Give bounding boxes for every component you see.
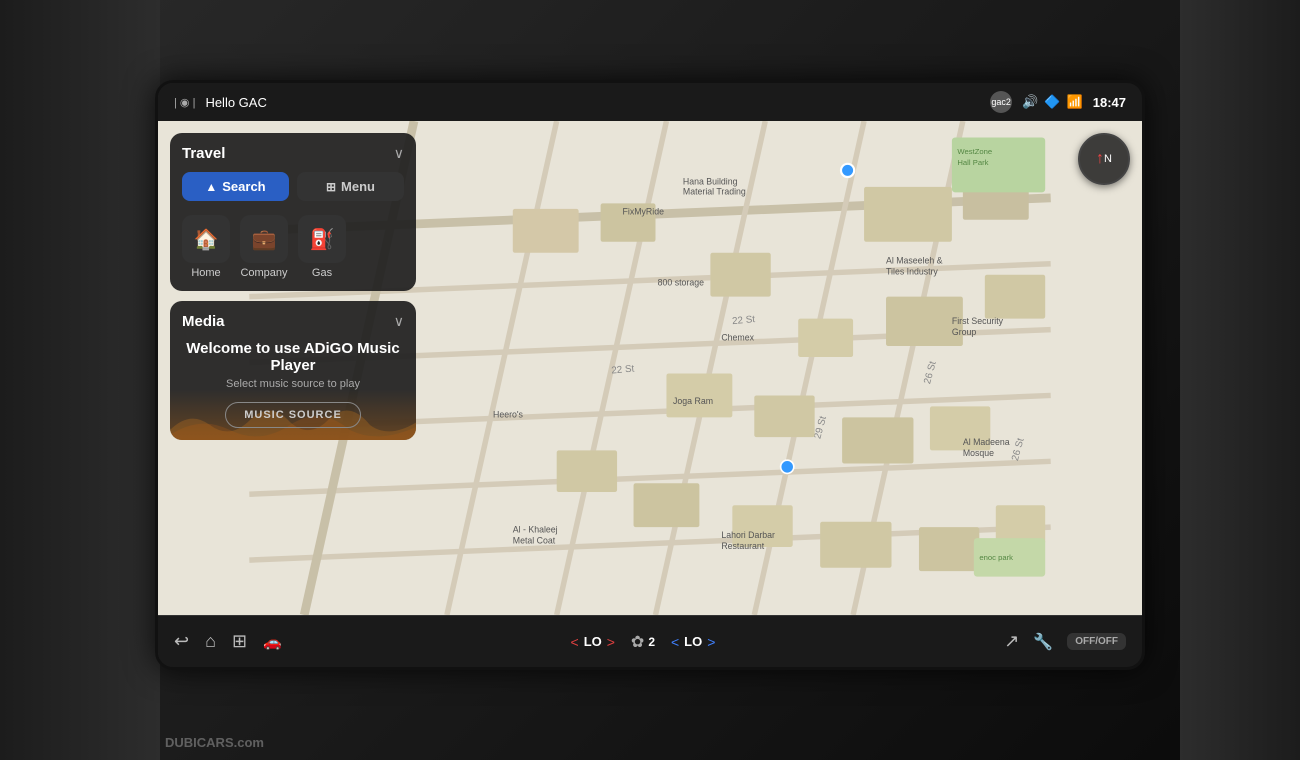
media-content: Welcome to use ADiGO Music Player Select… — [182, 340, 404, 428]
svg-text:Joga Ram: Joga Ram — [673, 396, 713, 406]
right-interior-panel — [1180, 0, 1300, 760]
svg-text:22 St: 22 St — [611, 363, 635, 376]
climate-right-increase[interactable]: > — [707, 634, 715, 650]
climate-control-left: < LO > — [571, 634, 615, 650]
nav-company-label: Company — [240, 267, 287, 279]
volume-icon: 🔊 — [1022, 94, 1038, 110]
compass: ↑N — [1078, 133, 1130, 185]
svg-text:Lahori Darbar: Lahori Darbar — [721, 530, 775, 540]
climate-section: < LO > ✿ 2 < LO > — [571, 632, 716, 652]
car-icon[interactable]: 🚗 — [263, 633, 282, 651]
status-left: | ◉ | Hello GAC — [174, 95, 267, 110]
svg-text:enoc park: enoc park — [979, 553, 1013, 562]
travel-chevron-icon[interactable]: ∨ — [394, 145, 404, 162]
nav-gas-label: Gas — [312, 267, 332, 279]
svg-text:22 St: 22 St — [732, 314, 756, 327]
off-button[interactable]: OFF/OFF — [1067, 633, 1126, 650]
infotainment-screen: | ◉ | Hello GAC gac2 🔊 🔷 📶 18:47 — [155, 80, 1145, 670]
search-tab[interactable]: ▲ Search — [182, 172, 289, 201]
nav-home-label: Home — [191, 267, 220, 279]
media-subtitle: Select music source to play — [182, 378, 404, 390]
travel-card: Travel ∨ ▲ Search ⊞ Menu — [170, 133, 416, 291]
svg-text:Heero's: Heero's — [493, 409, 524, 419]
car-settings-icon[interactable]: 🔧 — [1033, 632, 1053, 652]
username-label: gac2 — [991, 97, 1011, 107]
bottom-bar: ↩ ⌂ ⊞ 🚗 < LO > ✿ 2 < LO — [158, 615, 1142, 667]
svg-text:Mosque: Mosque — [963, 448, 994, 458]
media-card: Media ∨ Welcome to use ADiGO Music Playe… — [170, 301, 416, 440]
nav-home[interactable]: 🏠 Home — [182, 215, 230, 279]
climate-control-right: < LO > — [671, 634, 715, 650]
watermark: DUBICARS.com — [165, 735, 264, 750]
svg-text:FixMyRide: FixMyRide — [623, 206, 665, 216]
search-tab-icon: ▲ — [205, 180, 217, 194]
fan-count: 2 — [648, 635, 655, 649]
status-icons: 🔊 🔷 📶 — [1022, 94, 1083, 110]
route-icon[interactable]: ↗ — [1004, 631, 1019, 652]
media-chevron-icon[interactable]: ∨ — [394, 313, 404, 330]
svg-text:Tiles Industry: Tiles Industry — [886, 267, 938, 277]
overlay-panel: Travel ∨ ▲ Search ⊞ Menu — [158, 121, 428, 615]
menu-tab[interactable]: ⊞ Menu — [297, 172, 404, 201]
media-card-title: Media — [182, 313, 225, 330]
climate-left-value: LO — [583, 634, 603, 649]
search-tab-label: Search — [222, 179, 265, 194]
svg-text:800 storage: 800 storage — [658, 278, 704, 288]
travel-card-title: Travel — [182, 145, 225, 162]
svg-text:WestZone: WestZone — [957, 147, 992, 156]
svg-text:First Security: First Security — [952, 316, 1004, 326]
status-bar: | ◉ | Hello GAC gac2 🔊 🔷 📶 18:47 — [158, 83, 1142, 121]
left-interior-panel — [0, 0, 160, 760]
menu-tab-icon: ⊞ — [326, 180, 336, 194]
svg-text:Hall Park: Hall Park — [957, 158, 988, 167]
music-source-button[interactable]: MUSIC SOURCE — [225, 402, 361, 428]
media-welcome-title: Welcome to use ADiGO Music Player — [182, 340, 404, 374]
status-right: gac2 🔊 🔷 📶 18:47 — [990, 91, 1126, 113]
user-avatar: gac2 — [990, 91, 1012, 113]
nav-gas[interactable]: ⛽ Gas — [298, 215, 346, 279]
bottom-right-icons: ↗ 🔧 OFF/OFF — [1004, 631, 1126, 652]
svg-text:Hana Building: Hana Building — [683, 177, 738, 187]
bluetooth-icon: 🔷 — [1044, 94, 1060, 110]
svg-text:Restaurant: Restaurant — [721, 541, 764, 551]
car-background: | ◉ | Hello GAC gac2 🔊 🔷 📶 18:47 — [0, 0, 1300, 760]
svg-text:Chemex: Chemex — [721, 333, 754, 343]
svg-text:Group: Group — [952, 327, 976, 337]
climate-left-increase[interactable]: > — [607, 634, 615, 650]
home-icon[interactable]: ⌂ — [205, 631, 216, 652]
climate-left-decrease[interactable]: < — [571, 634, 579, 650]
svg-text:Al Madeena: Al Madeena — [963, 437, 1010, 447]
bottom-left-icons: ↩ ⌂ ⊞ 🚗 — [174, 631, 282, 652]
travel-card-header: Travel ∨ — [182, 145, 404, 162]
climate-right-value: LO — [683, 634, 703, 649]
nav-home-icon-circle: 🏠 — [182, 215, 230, 263]
nav-quick-icons: 🏠 Home 💼 Company ⛽ Gas — [182, 215, 404, 279]
main-content: 22 St 22 St 26 St 26 St 29 St — [158, 121, 1142, 615]
travel-tab-row: ▲ Search ⊞ Menu — [182, 172, 404, 201]
wifi-icon: 📶 — [1067, 94, 1083, 110]
nav-company[interactable]: 💼 Company — [240, 215, 288, 279]
climate-right-decrease[interactable]: < — [671, 634, 679, 650]
greeting-text: Hello GAC — [205, 95, 266, 110]
time-display: 18:47 — [1093, 95, 1126, 110]
status-indicator: | ◉ | — [174, 96, 195, 109]
fan-icon: ✿ — [631, 632, 644, 652]
nav-company-icon-circle: 💼 — [240, 215, 288, 263]
svg-text:Al - Khaleej: Al - Khaleej — [513, 525, 558, 535]
svg-text:Metal Coat: Metal Coat — [513, 536, 556, 546]
svg-text:Material Trading: Material Trading — [683, 187, 746, 197]
back-icon[interactable]: ↩ — [174, 631, 189, 652]
svg-text:Al Maseeleh &: Al Maseeleh & — [886, 256, 943, 266]
media-card-header: Media ∨ — [182, 313, 404, 330]
menu-tab-label: Menu — [341, 179, 375, 194]
fan-control: ✿ 2 — [631, 632, 655, 652]
nav-gas-icon-circle: ⛽ — [298, 215, 346, 263]
apps-icon[interactable]: ⊞ — [232, 631, 247, 652]
